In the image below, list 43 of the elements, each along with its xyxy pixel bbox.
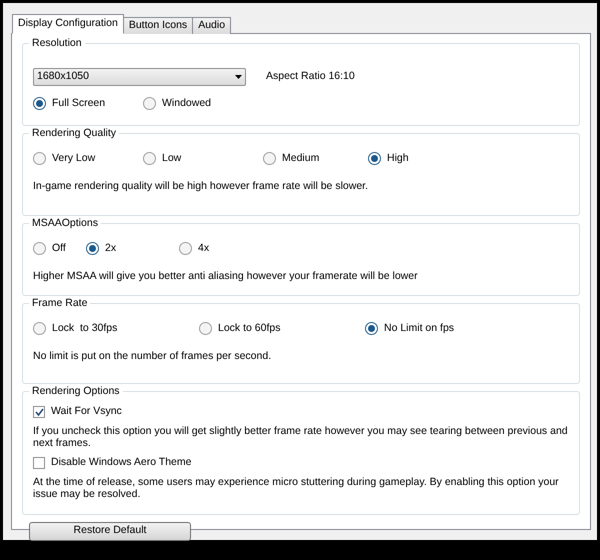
tab[interactable]: Display Configuration	[12, 14, 124, 34]
radio-label: 4x	[198, 241, 210, 256]
checkbox[interactable]	[33, 456, 45, 469]
radio-label: Low	[162, 151, 182, 166]
radio-label: Lock to 30fps	[52, 321, 118, 336]
description-text: If you uncheck this option you will get slightly better frame rate however you may see tearing between previous and next frames.	[33, 424, 569, 449]
tab[interactable]: Button Icons	[122, 17, 194, 34]
radio-button[interactable]	[368, 152, 381, 166]
radio-label: 2x	[105, 241, 116, 256]
group-title: MSAAOptions	[29, 216, 101, 230]
description-text: No limit is put on the number of frames per second.	[33, 348, 272, 364]
radio-label: No Limit on fps	[384, 321, 454, 336]
checkbox-label: Wait For Vsync	[51, 404, 122, 419]
tab[interactable]: Audio	[192, 17, 232, 34]
resolution-dropdown[interactable]: 1680x1050	[33, 68, 246, 86]
radio-label: Lock to 60fps	[218, 321, 280, 336]
aspect-ratio-label: Aspect Ratio 16:10	[266, 69, 355, 84]
radio-button[interactable]	[33, 242, 46, 256]
radio-button[interactable]	[143, 97, 156, 110]
description-text: At the time of release, some users may experience micro stuttering during gameplay. By enabling this option your issue may be resolved.	[33, 476, 560, 500]
radio-button[interactable]	[179, 242, 192, 256]
restore-default-button[interactable]: Restore Default	[29, 522, 191, 540]
radio-button[interactable]	[86, 242, 99, 256]
radio-label: Very Low	[52, 151, 96, 166]
radio-button[interactable]	[33, 97, 46, 110]
radio-button[interactable]	[199, 322, 212, 336]
radio-label: Medium	[282, 151, 320, 166]
radio-label: Off	[52, 241, 66, 256]
checkbox-label: Disable Windows Aero Theme	[51, 454, 192, 470]
group-title: Rendering Options	[29, 384, 123, 398]
radio-label: Full Screen	[52, 96, 106, 111]
radio-button[interactable]	[365, 322, 378, 336]
description-text: In-game rendering quality will be high however frame rate will be slower.	[33, 178, 369, 194]
radio-button[interactable]	[33, 152, 46, 166]
group-title: Rendering Quality	[29, 126, 120, 140]
radio-label: High	[387, 151, 409, 166]
radio-label: Windowed	[162, 96, 212, 111]
radio-button[interactable]	[143, 152, 156, 166]
description-text: Higher MSAA will give you better anti aliasing however your framerate will be lower	[33, 268, 419, 284]
radio-button[interactable]	[33, 322, 46, 336]
dropdown-arrow-icon	[235, 75, 242, 79]
checkbox[interactable]	[33, 406, 45, 418]
radio-button[interactable]	[263, 152, 276, 166]
